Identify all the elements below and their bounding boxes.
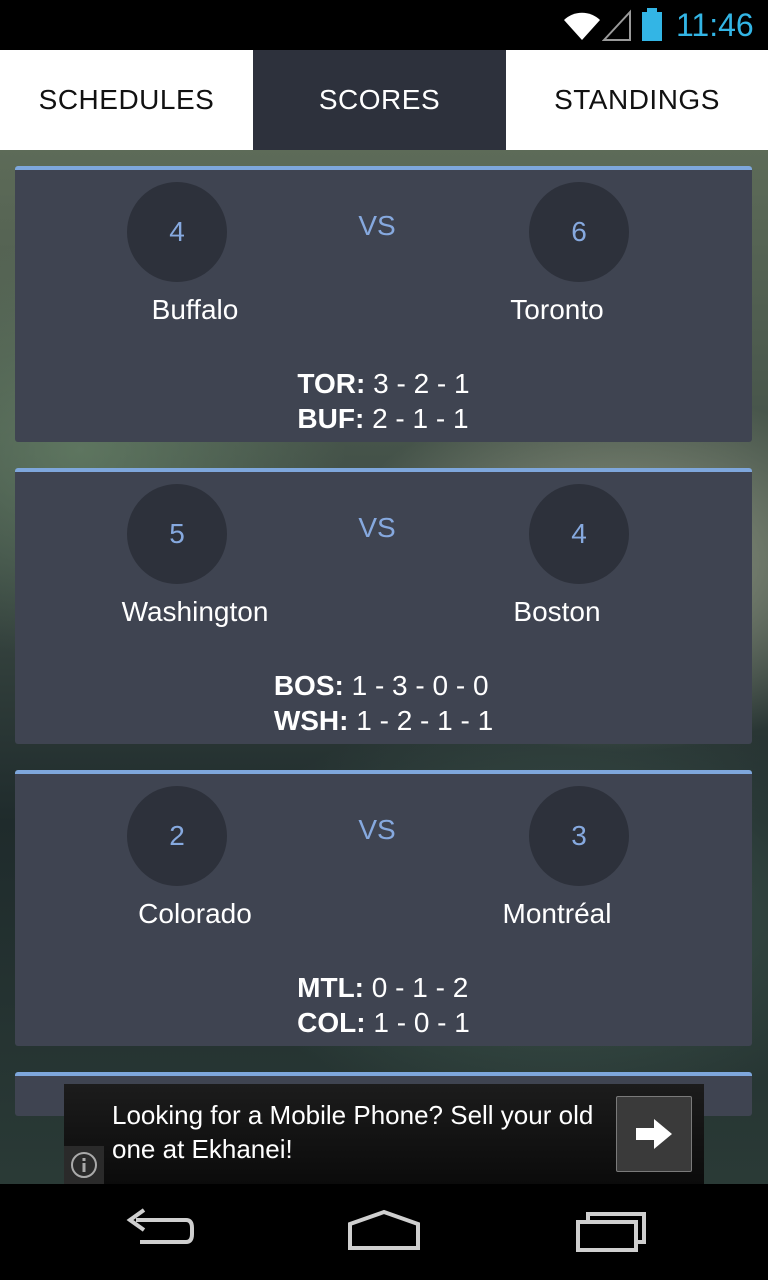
status-clock: 11:46 <box>676 7 754 43</box>
period-line: WSH: 1 - 2 - 1 - 1 <box>274 703 493 738</box>
away-score: 6 <box>529 182 629 282</box>
game-card[interactable]: 2 VS 3 Colorado Montréal MTL: 0 - 1 - 2 … <box>15 770 752 1046</box>
home-team-name: Colorado <box>138 898 252 929</box>
scores-list[interactable]: 4 VS 6 Buffalo Toronto TOR: 3 - 2 - 1 BU… <box>0 150 768 1184</box>
period-line: MTL: 0 - 1 - 2 <box>297 970 470 1005</box>
game-card[interactable]: 4 VS 6 Buffalo Toronto TOR: 3 - 2 - 1 BU… <box>15 166 752 442</box>
tab-standings[interactable]: STANDINGS <box>506 50 768 150</box>
period-scores: MTL: 0 - 1 - 2 COL: 1 - 0 - 1 <box>15 970 752 1040</box>
period-team: WSH: <box>273 705 349 736</box>
navigation-bar <box>0 1184 768 1280</box>
period-values: 3 - 2 - 1 <box>373 368 470 399</box>
tab-scores[interactable]: SCORES <box>253 50 506 154</box>
wifi-icon <box>562 8 602 47</box>
ad-text: Looking for a Mobile Phone? Sell your ol… <box>112 1100 594 1164</box>
away-team-name: Boston <box>513 596 601 627</box>
period-values: 1 - 0 - 1 <box>373 1007 470 1038</box>
period-team: MTL: <box>297 972 364 1003</box>
status-bar: 11:46 <box>0 0 768 50</box>
period-line: COL: 1 - 0 - 1 <box>297 1005 470 1040</box>
home-score: 5 <box>127 484 227 584</box>
home-score: 4 <box>127 182 227 282</box>
away-team-name: Montréal <box>502 898 612 929</box>
period-values: 1 - 2 - 1 - 1 <box>356 705 494 736</box>
period-line: BOS: 1 - 3 - 0 - 0 <box>274 668 493 703</box>
away-score: 4 <box>529 484 629 584</box>
period-team: COL: <box>297 1007 366 1038</box>
battery-icon <box>640 8 664 47</box>
vs-label: VS <box>358 512 396 543</box>
game-card[interactable]: 5 VS 4 Washington Boston BOS: 1 - 3 - 0 … <box>15 468 752 744</box>
period-scores: BOS: 1 - 3 - 0 - 0 WSH: 1 - 2 - 1 - 1 <box>15 668 752 738</box>
arrow-right-icon[interactable] <box>616 1096 692 1172</box>
period-scores: TOR: 3 - 2 - 1 BUF: 2 - 1 - 1 <box>15 366 752 436</box>
away-team-name: Toronto <box>510 294 604 325</box>
signal-icon <box>601 8 632 47</box>
recent-apps-icon[interactable] <box>574 1206 650 1261</box>
period-team: BOS: <box>273 670 344 701</box>
period-team: TOR: <box>297 368 366 399</box>
home-score: 2 <box>127 786 227 886</box>
tab-schedules[interactable]: SCHEDULES <box>0 50 253 150</box>
away-score: 3 <box>529 786 629 886</box>
info-icon[interactable] <box>64 1146 104 1184</box>
period-values: 2 - 1 - 1 <box>372 403 469 434</box>
period-line: TOR: 3 - 2 - 1 <box>297 366 469 401</box>
home-team-name: Washington <box>121 596 269 627</box>
back-icon[interactable] <box>122 1206 198 1261</box>
ad-banner[interactable]: Looking for a Mobile Phone? Sell your ol… <box>64 1084 704 1184</box>
home-icon[interactable] <box>344 1206 424 1261</box>
vs-label: VS <box>358 210 396 241</box>
period-line: BUF: 2 - 1 - 1 <box>297 401 469 436</box>
period-team: BUF: <box>297 403 365 434</box>
period-values: 0 - 1 - 2 <box>371 972 469 1003</box>
tab-bar: SCHEDULES SCORES STANDINGS <box>0 50 768 154</box>
vs-label: VS <box>358 814 396 845</box>
app-screen: 11:46 SCHEDULES SCORES STANDINGS 4 VS 6 … <box>0 0 768 1280</box>
period-values: 1 - 3 - 0 - 0 <box>351 670 489 701</box>
home-team-name: Buffalo <box>151 294 239 325</box>
